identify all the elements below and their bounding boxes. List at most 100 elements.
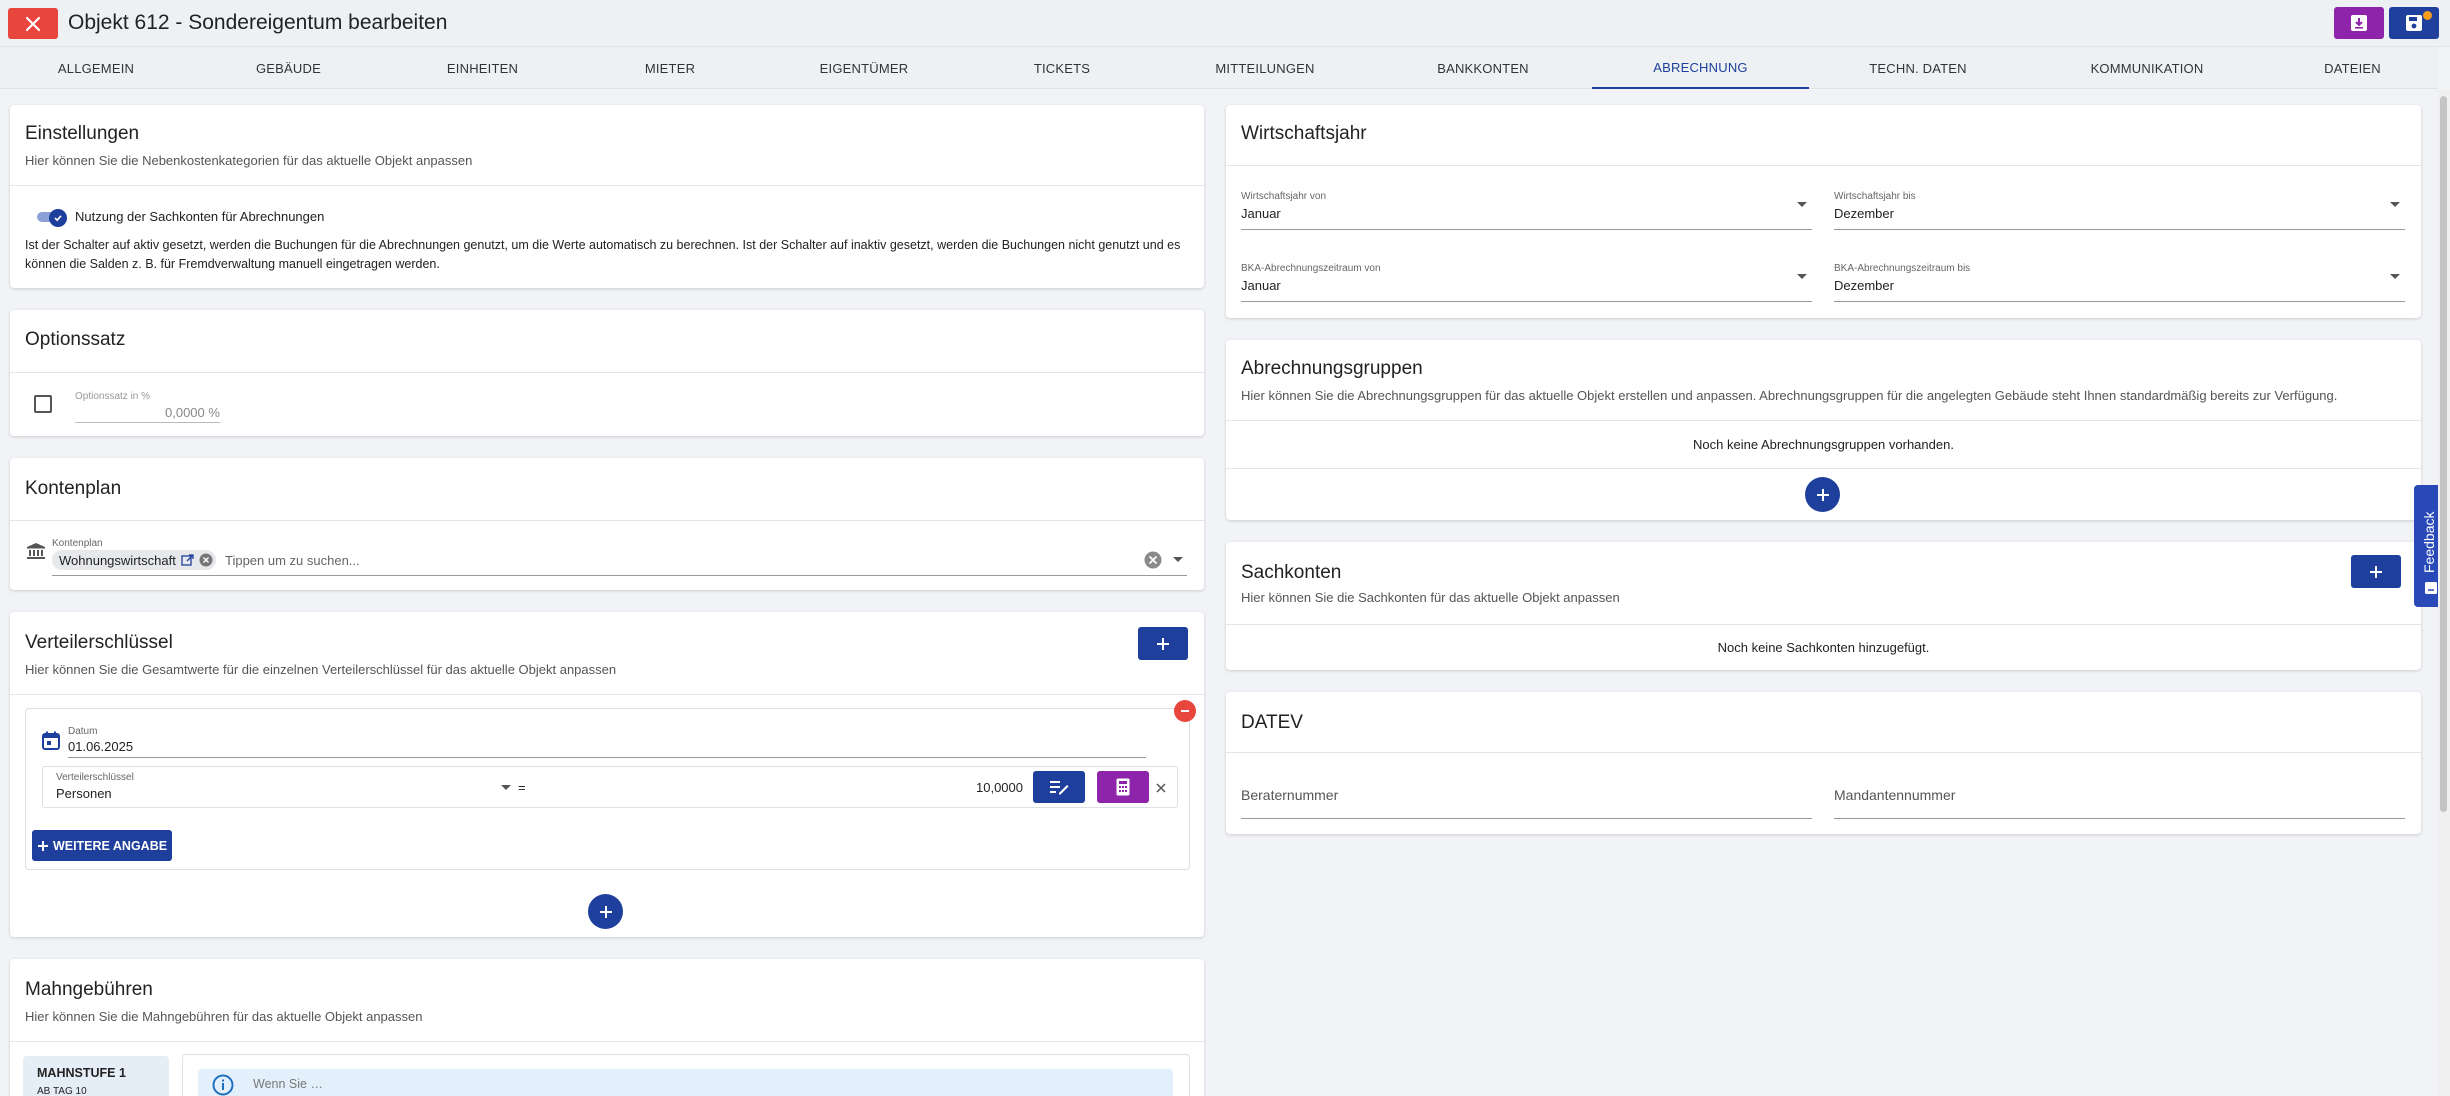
tab-gebaeude[interactable]: GEBÄUDE xyxy=(192,47,385,89)
edit-list-button[interactable] xyxy=(1033,771,1085,803)
info-alert: Wenn Sie … xyxy=(198,1069,1173,1096)
select-line xyxy=(1241,301,1812,302)
tab-techn-daten[interactable]: TECHN. DATEN xyxy=(1809,47,2027,89)
kontenplan-field-line xyxy=(52,575,1187,576)
beraternummer-input[interactable]: Beraternummer xyxy=(1241,787,1338,803)
wirtschaftsjahr-card: Wirtschaftsjahr Wirtschaftsjahr von Janu… xyxy=(1226,105,2421,318)
kontenplan-field-label: Kontenplan xyxy=(52,538,103,549)
add-abrechnungsgruppe-button[interactable] xyxy=(1805,477,1840,512)
sachkonten-toggle[interactable] xyxy=(35,209,67,227)
divider xyxy=(1226,752,2421,753)
toggle-label: Nutzung der Sachkonten für Abrechnungen xyxy=(75,209,325,224)
wirtschaftsjahr-von-select[interactable]: Januar xyxy=(1241,206,1281,221)
page-scrollbar[interactable] xyxy=(2438,90,2450,1096)
mahngebuehren-subtitle: Hier können Sie die Mahngebühren für das… xyxy=(25,1009,423,1024)
select-line xyxy=(1834,301,2405,302)
download-button[interactable] xyxy=(2334,7,2384,39)
optionssatz-field-value[interactable]: 0,0000 % xyxy=(165,405,220,420)
datum-line xyxy=(68,757,1146,758)
kontenplan-chip[interactable]: Wohnungswirtschaft xyxy=(52,550,216,570)
abrechnungsgruppen-title: Abrechnungsgruppen xyxy=(1241,358,1423,379)
feedback-label: Feedback xyxy=(2421,511,2437,573)
einstellungen-subtitle: Hier können Sie die Nebenkostenkategorie… xyxy=(25,153,473,168)
mahnstufe-1-tab[interactable]: MAHNSTUFE 1 AB TAG 10 xyxy=(23,1056,169,1096)
close-button[interactable] xyxy=(8,8,58,39)
plus-icon xyxy=(1157,637,1169,650)
tab-eigentuemer[interactable]: EIGENTÜMER xyxy=(760,47,968,89)
key-label: Verteilerschlüssel xyxy=(56,772,134,783)
save-button[interactable] xyxy=(2389,7,2439,39)
weitere-angabe-label: WEITERE ANGABE xyxy=(52,838,168,853)
info-text: Wenn Sie … xyxy=(253,1077,323,1091)
chevron-down-icon[interactable] xyxy=(1797,202,1807,207)
optionssatz-field-label: Optionssatz in % xyxy=(75,391,151,402)
tab-bankkonten[interactable]: BANKKONTEN xyxy=(1374,47,1592,89)
tab-bar: ALLGEMEIN GEBÄUDE EINHEITEN MIETER EIGEN… xyxy=(0,47,2438,89)
datum-input[interactable]: 01.06.2025 xyxy=(68,739,133,754)
verteilerschluessel-card: Verteilerschlüssel Hier können Sie die G… xyxy=(10,612,1204,937)
wirtschaftsjahr-bis-label: Wirtschaftsjahr bis xyxy=(1834,191,1916,202)
key-select[interactable]: Personen xyxy=(56,786,112,801)
save-icon xyxy=(2406,15,2422,31)
add-verteilerschluessel-button[interactable] xyxy=(1138,627,1188,660)
check-icon xyxy=(54,215,62,222)
bank-icon xyxy=(27,543,45,559)
tab-abrechnung[interactable]: ABRECHNUNG xyxy=(1592,47,1809,89)
tab-allgemein[interactable]: ALLGEMEIN xyxy=(0,47,192,89)
info-icon xyxy=(212,1074,234,1096)
divider xyxy=(10,694,1204,695)
scrollbar-thumb[interactable] xyxy=(2440,96,2447,812)
clear-icon[interactable] xyxy=(1144,551,1162,569)
kontenplan-search-input[interactable]: Tippen um zu suchen... xyxy=(225,553,360,568)
select-line xyxy=(1834,229,2405,230)
chevron-down-icon[interactable] xyxy=(501,785,511,790)
weitere-angabe-button[interactable]: WEITERE ANGABE xyxy=(32,830,172,861)
chevron-down-icon[interactable] xyxy=(2390,202,2400,207)
optionssatz-checkbox[interactable] xyxy=(34,395,52,413)
divider xyxy=(1226,420,2421,421)
divider xyxy=(1226,165,2421,166)
chip-remove-icon[interactable] xyxy=(199,553,213,567)
mandantennummer-input[interactable]: Mandantennummer xyxy=(1834,787,1955,803)
plus-icon xyxy=(2370,565,2382,578)
divider xyxy=(10,185,1204,186)
tab-kommunikation[interactable]: KOMMUNIKATION xyxy=(2027,47,2267,89)
calendar-icon[interactable] xyxy=(42,731,60,750)
divider xyxy=(1226,468,2421,469)
verteilerschluessel-subtitle: Hier können Sie die Gesamtwerte für die … xyxy=(25,662,617,677)
datev-card: DATEV Beraternummer Mandantennummer xyxy=(1226,692,2421,834)
tab-tickets[interactable]: TICKETS xyxy=(968,47,1156,89)
divider xyxy=(10,1041,1204,1042)
remove-entry-button[interactable] xyxy=(1174,700,1196,722)
add-sachkonto-button[interactable] xyxy=(2351,555,2401,588)
einstellungen-card: Einstellungen Hier können Sie die Nebenk… xyxy=(10,105,1204,288)
close-icon[interactable] xyxy=(1156,783,1166,793)
bka-von-select[interactable]: Januar xyxy=(1241,278,1281,293)
wirtschaftsjahr-bis-select[interactable]: Dezember xyxy=(1834,206,1894,221)
tab-mieter[interactable]: MIETER xyxy=(580,47,760,89)
mahnstufe-label: MAHNSTUFE 1 xyxy=(37,1066,126,1080)
chevron-down-icon[interactable] xyxy=(2390,274,2400,279)
divider xyxy=(10,520,1204,521)
plus-icon xyxy=(599,905,612,918)
unsaved-badge xyxy=(2423,11,2432,20)
mahngebuehren-title: Mahngebühren xyxy=(25,979,153,1000)
tab-dateien[interactable]: DATEIEN xyxy=(2267,47,2438,89)
mahngebuehren-card: Mahngebühren Hier können Sie die Mahngeb… xyxy=(10,959,1204,1096)
amount-input[interactable]: 10,0000 xyxy=(923,780,1023,795)
calculator-button[interactable] xyxy=(1097,771,1149,803)
bka-bis-select[interactable]: Dezember xyxy=(1834,278,1894,293)
tab-einheiten[interactable]: EINHEITEN xyxy=(385,47,580,89)
sachkonten-empty: Noch keine Sachkonten hinzugefügt. xyxy=(1717,640,1930,655)
chevron-down-icon[interactable] xyxy=(1173,557,1183,562)
toggle-description-line2: können die Salden z. B. für Fremdverwalt… xyxy=(25,257,440,271)
add-entry-button[interactable] xyxy=(588,894,623,929)
verteilerschluessel-title: Verteilerschlüssel xyxy=(25,632,173,653)
tab-mitteilungen[interactable]: MITTEILUNGEN xyxy=(1156,47,1374,89)
page-title: Objekt 612 - Sondereigentum bearbeiten xyxy=(68,11,448,34)
download-box-icon xyxy=(2351,15,2367,31)
chevron-down-icon[interactable] xyxy=(1797,274,1807,279)
bka-von-label: BKA-Abrechnungszeitraum von xyxy=(1241,263,1381,274)
open-external-icon[interactable] xyxy=(181,553,194,567)
einstellungen-title: Einstellungen xyxy=(25,123,140,144)
